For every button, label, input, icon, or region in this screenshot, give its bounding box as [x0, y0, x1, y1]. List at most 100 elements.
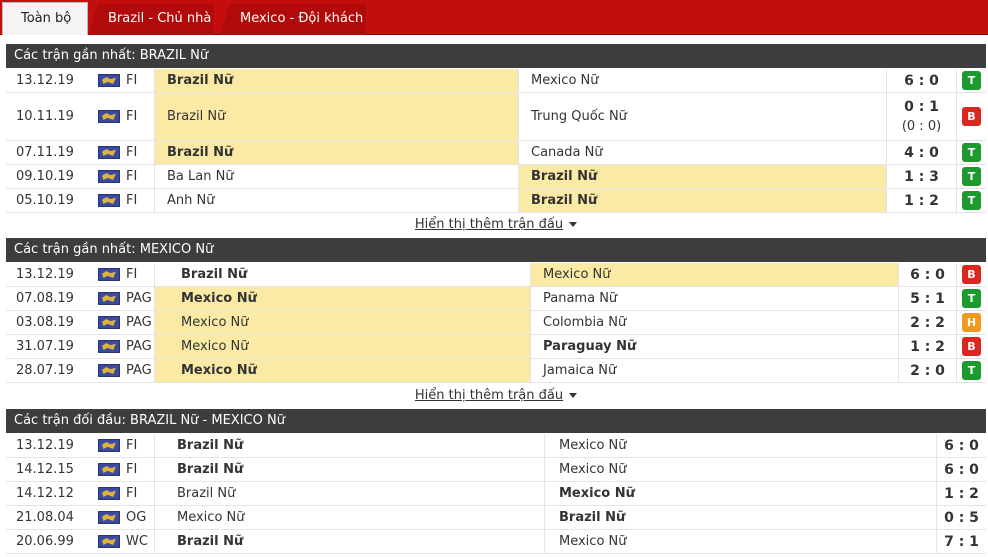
- home-team[interactable]: Mexico Nữ: [154, 311, 530, 334]
- result-letter: B: [962, 107, 981, 126]
- table-row[interactable]: 05.10.19 FI Anh Nữ Brazil Nữ 1 : 2 T: [6, 189, 986, 213]
- table-row[interactable]: 14.12.12 FI Brazil Nữ Mexico Nữ 1 : 2: [6, 482, 986, 506]
- away-team[interactable]: Paraguay Nữ: [530, 335, 898, 358]
- home-team[interactable]: Mexico Nữ: [154, 359, 530, 382]
- match-score[interactable]: 2 : 2: [898, 311, 956, 334]
- competition: FI: [126, 145, 138, 160]
- match-date: 13.12.19: [16, 267, 74, 282]
- home-team[interactable]: Brazil Nữ: [154, 93, 518, 140]
- table-row[interactable]: 13.12.19 FI Brazil Nữ Mexico Nữ 6 : 0 T: [6, 69, 986, 93]
- away-team[interactable]: Canada Nữ: [518, 141, 886, 164]
- table-row[interactable]: 07.08.19 PAG Mexico Nữ Panama Nữ 5 : 1 T: [6, 287, 986, 311]
- result-letter: T: [962, 361, 981, 380]
- away-team[interactable]: Mexico Nữ: [518, 69, 886, 92]
- table-row[interactable]: 21.08.04 OG Mexico Nữ Brazil Nữ 0 : 5: [6, 506, 986, 530]
- home-team[interactable]: Anh Nữ: [154, 189, 518, 212]
- world-flag-icon: [94, 434, 124, 457]
- away-team[interactable]: Brazil Nữ: [544, 506, 936, 529]
- table-row[interactable]: 10.11.19 FI Brazil Nữ Trung Quốc Nữ 0 : …: [6, 93, 986, 141]
- table-row[interactable]: 07.11.19 FI Brazil Nữ Canada Nữ 4 : 0 T: [6, 141, 986, 165]
- away-team[interactable]: Mexico Nữ: [544, 434, 936, 457]
- away-team[interactable]: Colombia Nữ: [530, 311, 898, 334]
- world-flag-icon: [94, 482, 124, 505]
- match-score[interactable]: 6 : 0: [936, 458, 986, 481]
- match-score[interactable]: 4 : 0: [886, 141, 956, 164]
- away-team[interactable]: Mexico Nữ: [530, 263, 898, 286]
- table-row[interactable]: 14.12.15 FI Brazil Nữ Mexico Nữ 6 : 0: [6, 458, 986, 482]
- match-score[interactable]: 0 : 5: [936, 506, 986, 529]
- away-team[interactable]: Mexico Nữ: [544, 530, 936, 553]
- home-team[interactable]: Mexico Nữ: [154, 506, 544, 529]
- world-flag-icon: [94, 311, 124, 334]
- score-text: 5 : 1: [910, 290, 945, 307]
- show-more-link[interactable]: Hiển thị thêm trận đấu: [415, 217, 563, 232]
- result-badge: H: [956, 311, 986, 334]
- caret-down-icon[interactable]: [569, 393, 578, 398]
- score-text: 2 : 0: [910, 362, 945, 379]
- away-team[interactable]: Brazil Nữ: [518, 165, 886, 188]
- competition: FI: [126, 486, 138, 501]
- result-letter: B: [962, 337, 981, 356]
- section-header-brazil-recent: Các trận gần nhất: BRAZIL Nữ: [6, 44, 986, 68]
- tab-all[interactable]: Toàn bộ: [2, 2, 88, 35]
- match-score[interactable]: 6 : 0: [898, 263, 956, 286]
- tab-brazil-home[interactable]: Brazil - Chủ nhà: [88, 4, 214, 35]
- match-score[interactable]: 1 : 3: [886, 165, 956, 188]
- match-score[interactable]: 1 : 2: [936, 482, 986, 505]
- competition: PAG: [126, 363, 152, 378]
- result-badge: B: [956, 93, 986, 140]
- match-score[interactable]: 2 : 0: [898, 359, 956, 382]
- away-team[interactable]: Jamaica Nữ: [530, 359, 898, 382]
- home-team[interactable]: Brazil Nữ: [154, 69, 518, 92]
- home-team[interactable]: Brazil Nữ: [154, 458, 544, 481]
- away-team[interactable]: Brazil Nữ: [518, 189, 886, 212]
- table-row[interactable]: 20.06.99 WC Brazil Nữ Mexico Nữ 7 : 1: [6, 530, 986, 554]
- result-badge: T: [956, 69, 986, 92]
- table-row[interactable]: 13.12.19 FI Brazil Nữ Mexico Nữ 6 : 0 B: [6, 263, 986, 287]
- table-row[interactable]: 03.08.19 PAG Mexico Nữ Colombia Nữ 2 : 2…: [6, 311, 986, 335]
- competition: PAG: [126, 315, 152, 330]
- world-flag-icon: [94, 141, 124, 164]
- world-flag-icon: [94, 359, 124, 382]
- result-badge: T: [956, 287, 986, 310]
- match-score[interactable]: 5 : 1: [898, 287, 956, 310]
- home-team[interactable]: Brazil Nữ: [154, 263, 530, 286]
- table-row[interactable]: 09.10.19 FI Ba Lan Nữ Brazil Nữ 1 : 3 T: [6, 165, 986, 189]
- home-team[interactable]: Brazil Nữ: [154, 530, 544, 553]
- match-score[interactable]: 1 : 2: [886, 189, 956, 212]
- score-text: 6 : 0: [944, 437, 979, 454]
- competition: FI: [126, 462, 138, 477]
- match-date: 03.08.19: [16, 315, 74, 330]
- match-date: 14.12.15: [16, 462, 74, 477]
- tab-mexico-away[interactable]: Mexico - Đội khách: [220, 4, 366, 35]
- away-team[interactable]: Panama Nữ: [530, 287, 898, 310]
- competition: PAG: [126, 339, 152, 354]
- home-team[interactable]: Ba Lan Nữ: [154, 165, 518, 188]
- away-team[interactable]: Trung Quốc Nữ: [518, 93, 886, 140]
- home-team[interactable]: Mexico Nữ: [154, 335, 530, 358]
- match-score[interactable]: 7 : 1: [936, 530, 986, 553]
- competition: FI: [126, 169, 138, 184]
- result-badge: T: [956, 189, 986, 212]
- match-score[interactable]: 1 : 2: [898, 335, 956, 358]
- match-score[interactable]: 6 : 0: [886, 69, 956, 92]
- home-team[interactable]: Mexico Nữ: [154, 287, 530, 310]
- result-badge: B: [956, 263, 986, 286]
- result-letter: T: [962, 143, 981, 162]
- away-team[interactable]: Mexico Nữ: [544, 458, 936, 481]
- match-score[interactable]: 0 : 1 (0 : 0): [886, 93, 956, 140]
- world-flag-icon: [94, 93, 124, 140]
- away-team[interactable]: Mexico Nữ: [544, 482, 936, 505]
- world-flag-icon: [94, 530, 124, 553]
- table-row[interactable]: 28.07.19 PAG Mexico Nữ Jamaica Nữ 2 : 0 …: [6, 359, 986, 383]
- caret-down-icon[interactable]: [569, 222, 578, 227]
- table-row[interactable]: 31.07.19 PAG Mexico Nữ Paraguay Nữ 1 : 2…: [6, 335, 986, 359]
- match-score[interactable]: 6 : 0: [936, 434, 986, 457]
- match-date: 13.12.19: [16, 438, 74, 453]
- halftime-score: (0 : 0): [901, 119, 942, 134]
- table-row[interactable]: 13.12.19 FI Brazil Nữ Mexico Nữ 6 : 0: [6, 434, 986, 458]
- home-team[interactable]: Brazil Nữ: [154, 141, 518, 164]
- show-more-link[interactable]: Hiển thị thêm trận đấu: [415, 388, 563, 403]
- home-team[interactable]: Brazil Nữ: [154, 434, 544, 457]
- home-team[interactable]: Brazil Nữ: [154, 482, 544, 505]
